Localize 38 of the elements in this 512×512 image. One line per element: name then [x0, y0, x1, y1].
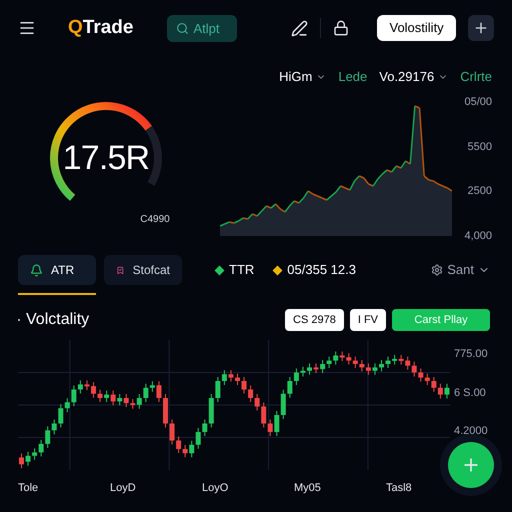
tab[interactable]: Stofcat: [104, 255, 182, 285]
plus-icon: [472, 20, 489, 36]
lock-icon[interactable]: [333, 20, 350, 36]
axis-label: Tasl8: [386, 480, 413, 496]
axis-label: 4,000: [464, 228, 492, 244]
add-fab[interactable]: [448, 442, 494, 488]
axis-label: LoyO: [202, 480, 230, 496]
gauge-value: 17.5R: [62, 138, 150, 178]
volatility-button[interactable]: Volostility: [377, 15, 456, 41]
filter-link[interactable]: Lede: [338, 67, 368, 87]
axis-label: 5500: [468, 140, 492, 154]
section-title: Volctality: [26, 310, 90, 330]
axis-label: My05: [294, 480, 322, 496]
legend-label: TTR: [229, 261, 254, 280]
filter-link[interactable]: Crlrte: [460, 67, 492, 87]
tab[interactable]: ATR: [18, 255, 96, 285]
outline-button[interactable]: CS 2978: [285, 309, 344, 331]
axis-label: 05/00: [464, 95, 492, 110]
settings-dropdown[interactable]: Sant: [431, 260, 490, 280]
filter-dropdown[interactable]: Vo.29176: [379, 67, 448, 87]
gauge-caption: C4990: [140, 213, 170, 227]
legend-label: 05/355 12.3: [287, 261, 356, 280]
menu-icon[interactable]: [18, 19, 36, 37]
axis-label: 775.00: [454, 347, 488, 362]
search-field[interactable]: Atlpt: [167, 14, 238, 42]
outline-button[interactable]: I FV: [350, 309, 386, 331]
axis-label: 2500: [468, 184, 492, 199]
bell-icon: [30, 264, 43, 276]
axis-label: LoyD: [110, 480, 137, 496]
axis-label: Tole: [18, 480, 40, 496]
search-icon: [176, 22, 190, 34]
pen-icon[interactable]: [291, 20, 308, 36]
axis-label: 4.2000: [454, 424, 488, 439]
axis-label: 6 S.00: [454, 386, 487, 400]
logo[interactable]: QTrade: [68, 14, 134, 42]
add-button[interactable]: [468, 15, 494, 41]
gear-icon: [431, 264, 444, 276]
filter-dropdown[interactable]: HiGm: [279, 67, 326, 87]
